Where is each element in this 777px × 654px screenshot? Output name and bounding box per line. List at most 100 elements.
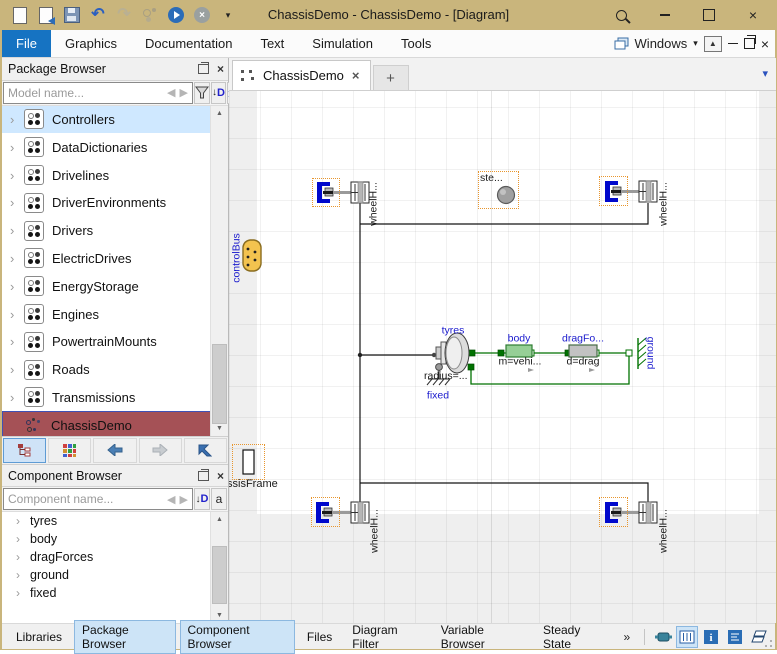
component-item-body[interactable]: ›body <box>2 530 228 548</box>
close-panel-icon[interactable]: × <box>217 64 224 74</box>
toolbar-overflow-button[interactable]: ▾ <box>218 5 238 25</box>
menu-text[interactable]: Text <box>246 30 298 57</box>
redo-button[interactable]: ↷ <box>114 5 134 25</box>
resize-grip[interactable] <box>760 635 772 647</box>
forward-button[interactable] <box>139 438 182 463</box>
scroll-up-icon[interactable]: ▲ <box>211 512 228 527</box>
statusbar-variable-browser[interactable]: Variable Browser <box>433 620 531 654</box>
tab-close-icon[interactable]: × <box>352 68 360 83</box>
component-search-input[interactable] <box>6 491 165 507</box>
text-view-button[interactable] <box>724 626 746 648</box>
component-list-scrollbar[interactable]: ▲ ▼ <box>210 512 228 623</box>
statusbar-diagram-filter[interactable]: Diagram Filter <box>344 620 428 654</box>
statusbar-libraries[interactable]: Libraries <box>8 627 70 647</box>
documentation-view-button[interactable]: i <box>700 626 722 648</box>
tab-chassisdemo[interactable]: ChassisDemo × <box>232 60 371 90</box>
open-file-button[interactable] <box>36 5 56 25</box>
back-button[interactable] <box>93 438 136 463</box>
go-to-parent-button[interactable] <box>184 438 227 463</box>
scrollbar-thumb[interactable] <box>212 344 227 424</box>
alphabetical-button[interactable]: a <box>211 488 227 510</box>
statusbar-overflow-icon[interactable]: » <box>615 630 638 644</box>
package-item-controllers[interactable]: ›Controllers <box>2 106 228 134</box>
menu-simulation[interactable]: Simulation <box>298 30 387 57</box>
menu-file[interactable]: File <box>2 30 51 57</box>
scrollbar-thumb[interactable] <box>212 546 227 604</box>
component-item-dragforces[interactable]: ›dragForces <box>2 548 228 566</box>
package-item-drivelines[interactable]: ›Drivelines <box>2 161 228 189</box>
package-item-roads[interactable]: ›Roads <box>2 356 228 384</box>
component-item-fixed[interactable]: ›fixed <box>2 584 228 602</box>
package-item-label: Controllers <box>52 112 115 127</box>
selection-box-wheel-front-right[interactable] <box>599 176 628 206</box>
statusbar-steady-state[interactable]: Steady State <box>535 620 613 654</box>
component-item-ground[interactable]: ›ground <box>2 566 228 584</box>
selection-box-wheel-rear-left[interactable] <box>311 497 340 527</box>
mdi-close-button[interactable]: × <box>761 37 769 51</box>
package-item-transmissions[interactable]: ›Transmissions <box>2 384 228 412</box>
chevron-down-icon[interactable]: ▾ <box>693 38 698 49</box>
save-button[interactable] <box>62 5 82 25</box>
package-item-datadictionaries[interactable]: ›DataDictionaries <box>2 133 228 161</box>
filter-button[interactable] <box>194 82 210 104</box>
menu-tools[interactable]: Tools <box>387 30 445 57</box>
maximize-button[interactable] <box>687 0 731 30</box>
menu-documentation[interactable]: Documentation <box>131 30 246 57</box>
mdi-minimize-button[interactable] <box>728 43 738 45</box>
cascade-windows-icon[interactable] <box>614 37 629 50</box>
sort-button[interactable]: ↓D <box>194 488 210 510</box>
tree-view-button[interactable] <box>3 438 46 463</box>
close-panel-icon[interactable]: × <box>217 471 224 481</box>
diagram-view-button[interactable] <box>676 626 698 648</box>
selection-box-chassisframe[interactable] <box>232 444 265 480</box>
diagram-canvas[interactable]: wheelH... wheelH... wheelH... wheelH... … <box>229 91 776 623</box>
new-tab-button[interactable]: + <box>373 65 409 90</box>
package-item-engines[interactable]: ›Engines <box>2 300 228 328</box>
dragforces-label: dragFo... <box>562 334 604 345</box>
model-search-input[interactable] <box>6 85 165 101</box>
float-panel-icon[interactable] <box>198 471 209 481</box>
search-forward-icon[interactable]: ▶ <box>177 86 189 99</box>
stop-simulation-button[interactable]: × <box>192 5 212 25</box>
menu-graphics[interactable]: Graphics <box>51 30 131 57</box>
package-item-drivers[interactable]: ›Drivers <box>2 217 228 245</box>
icon-view-button[interactable] <box>652 626 674 648</box>
statusbar-files[interactable]: Files <box>299 627 340 647</box>
promote-window-icon[interactable]: ▲ <box>704 36 722 52</box>
search-forward-icon[interactable]: ▶ <box>177 493 189 506</box>
package-item-powertrainmounts[interactable]: ›PowertrainMounts <box>2 328 228 356</box>
selection-box-wheel-front-left[interactable] <box>312 178 340 207</box>
mechanics-connections[interactable] <box>471 353 629 384</box>
run-simulation-button[interactable] <box>166 5 186 25</box>
package-item-energystorage[interactable]: ›EnergyStorage <box>2 272 228 300</box>
new-file-button[interactable] <box>10 5 30 25</box>
windows-menu[interactable]: Windows <box>635 36 688 51</box>
search-back-icon[interactable]: ◀ <box>165 86 177 99</box>
tab-list-dropdown-icon[interactable]: ▾ <box>762 67 768 80</box>
selection-box-wheel-rear-right[interactable] <box>599 497 628 527</box>
float-panel-icon[interactable] <box>198 64 209 74</box>
icon-view-button[interactable] <box>48 438 91 463</box>
chevron-right-icon: › <box>10 168 22 183</box>
package-item-electricdrives[interactable]: ›ElectricDrives <box>2 245 228 273</box>
minimize-button[interactable] <box>643 0 687 30</box>
connections-button[interactable] <box>140 5 160 25</box>
mdi-restore-button[interactable] <box>744 38 755 49</box>
search-back-icon[interactable]: ◀ <box>165 493 177 506</box>
component-item-tyres[interactable]: ›tyres <box>2 512 228 530</box>
scroll-down-icon[interactable]: ▼ <box>211 421 228 436</box>
package-item-label: Engines <box>52 307 99 322</box>
package-item-chassisdemo-selected[interactable]: ChassisDemo <box>2 411 228 436</box>
search-button[interactable] <box>599 0 643 30</box>
statusbar-package-browser[interactable]: Package Browser <box>74 620 175 654</box>
statusbar-component-browser[interactable]: Component Browser <box>180 620 295 654</box>
component-controlbus[interactable] <box>243 240 261 271</box>
undo-button[interactable]: ↶ <box>88 5 108 25</box>
package-item-driverenvironments[interactable]: ›DriverEnvironments <box>2 189 228 217</box>
close-button[interactable]: × <box>731 0 775 30</box>
connection-loop-to-ground[interactable] <box>471 356 629 384</box>
body-mass-label: m=vehi... <box>499 357 542 368</box>
scroll-up-icon[interactable]: ▲ <box>211 106 228 121</box>
sort-button[interactable]: ↓D <box>211 82 226 104</box>
package-tree-scrollbar[interactable]: ▲ ▼ <box>210 106 228 436</box>
